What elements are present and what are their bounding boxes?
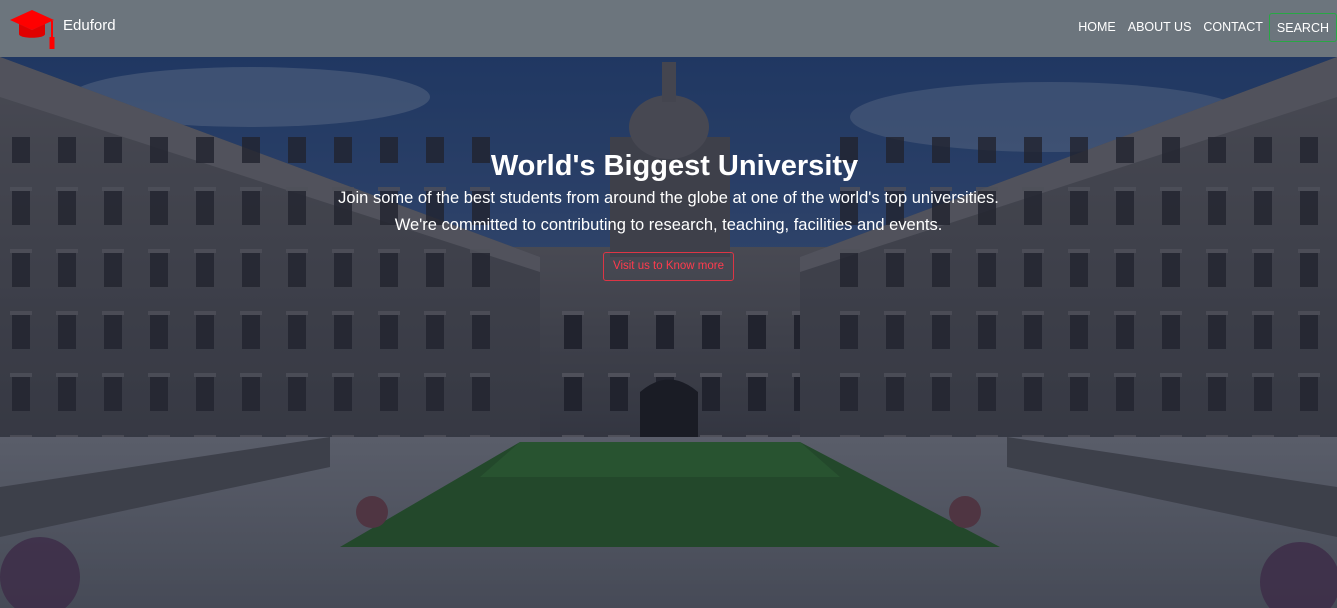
graduation-cap-icon bbox=[10, 10, 55, 49]
nav-about-link[interactable]: ABOUT US bbox=[1122, 13, 1198, 42]
hero-content: World's Biggest University Join some of … bbox=[0, 147, 1337, 281]
nav-home-link[interactable]: HOME bbox=[1072, 13, 1122, 42]
hero-overlay bbox=[0, 57, 1337, 608]
navbar: Eduford HOME ABOUT US CONTACT SEARCH bbox=[0, 0, 1337, 57]
hero-title: World's Biggest University bbox=[490, 150, 859, 182]
hero-subtitle-line-1: Join some of the best students from arou… bbox=[338, 189, 999, 207]
brand-name[interactable]: Eduford bbox=[63, 17, 116, 34]
hero-section: World's Biggest University Join some of … bbox=[0, 57, 1337, 608]
brand[interactable]: Eduford bbox=[8, 8, 116, 50]
search-button[interactable]: SEARCH bbox=[1268, 13, 1337, 42]
visit-us-button[interactable]: Visit us to Know more bbox=[602, 252, 734, 281]
hero-subtitle-line-2: We're committed to contributing to resea… bbox=[394, 216, 943, 234]
nav-links: HOME ABOUT US CONTACT SEARCH bbox=[1072, 13, 1337, 42]
nav-contact-link[interactable]: CONTACT bbox=[1197, 13, 1269, 42]
